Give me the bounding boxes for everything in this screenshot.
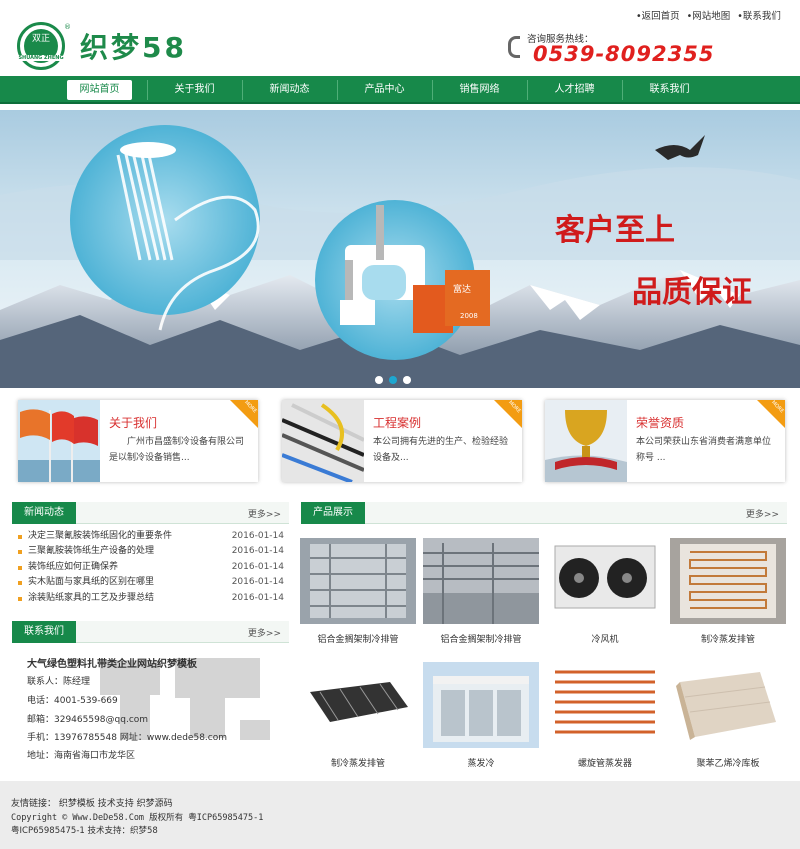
product-image-shelf-2[interactable] — [423, 538, 539, 624]
news-item-date: 2016-01-14 — [231, 577, 284, 587]
news-item-date: 2016-01-14 — [231, 593, 284, 603]
slider-dot[interactable] — [403, 376, 411, 384]
product-image-panel[interactable] — [670, 662, 786, 748]
contact-phone: 电话：4001-539-669 — [27, 696, 118, 706]
feature-honors[interactable]: 荣誉资质 本公司荣获山东省消费者满意单位称号 ... MORE — [545, 400, 785, 482]
product-image-tower[interactable] — [423, 662, 539, 748]
site-brand[interactable]: 织梦58 — [80, 26, 187, 66]
link-contact[interactable]: •联系我们 — [737, 11, 781, 22]
registered-mark: ® — [64, 23, 71, 31]
product-label[interactable]: 制冷蒸发排管 — [300, 756, 416, 769]
nav-item-home[interactable]: 网站首页 — [67, 80, 132, 100]
product-label[interactable]: 聚苯乙烯冷库板 — [670, 756, 786, 769]
link-sitemap[interactable]: •网站地图 — [687, 11, 731, 22]
phone-icon — [508, 36, 520, 58]
news-title[interactable]: 新闻动态 — [12, 502, 76, 524]
nav-item-jobs[interactable]: 人才招聘 — [533, 80, 616, 100]
product-label[interactable]: 冷风机 — [547, 632, 663, 645]
flags-image — [18, 400, 100, 482]
slider-dots — [375, 376, 417, 387]
list-item[interactable]: 涂装贴纸家具的工艺及步骤总结 2016-01-14 — [18, 591, 286, 606]
nav-item-sales[interactable]: 销售网络 — [438, 80, 521, 100]
product-image-spiral[interactable] — [547, 662, 663, 748]
list-item[interactable]: 三聚氰胺装饰纸生产设备的处理 2016-01-14 — [18, 544, 286, 559]
list-item[interactable]: 装饰纸应如何正确保养 2016-01-14 — [18, 560, 286, 575]
trophy-image — [545, 400, 627, 482]
feature-title: 荣誉资质 — [636, 416, 685, 430]
product-label[interactable]: 螺旋管蒸发器 — [547, 756, 663, 769]
footer-icp: 粤ICP65985475-1 技术支持：织梦58 — [11, 826, 158, 836]
main-nav: 网站首页 关于我们 新闻动态 产品中心 销售网络 人才招聘 联系我们 — [0, 76, 800, 104]
feature-text: 本公司荣获山东省消费者满意单位称号 ... — [636, 437, 772, 463]
nav-item-news[interactable]: 新闻动态 — [248, 80, 331, 100]
slider-dot-active[interactable] — [389, 376, 397, 384]
news-header: 新闻动态 更多>> — [12, 502, 289, 524]
news-item-title[interactable]: 决定三聚氰胺装饰纸固化的重要条件 — [28, 529, 172, 544]
contact-header: 联系我们 更多>> — [12, 621, 289, 643]
nav-item-about[interactable]: 关于我们 — [153, 80, 236, 100]
box-label: 富达 — [453, 283, 471, 295]
logo-badge[interactable]: 双正 SHUANG ZHENG — [17, 22, 65, 70]
product-image-fan[interactable] — [547, 538, 663, 624]
banner-slogan-1: 客户至上 — [555, 213, 675, 248]
logo-subtext: SHUANG ZHENG — [17, 55, 65, 61]
contact-more-link[interactable]: 更多>> — [248, 626, 281, 639]
banner-slogan-2: 品质保证 — [632, 275, 752, 310]
news-item-title[interactable]: 涂装贴纸家具的工艺及步骤总结 — [28, 591, 154, 606]
product-image-coil-1[interactable] — [670, 538, 786, 624]
nav-item-products[interactable]: 产品中心 — [343, 80, 426, 100]
banner-image: 富达 2008 客户至上 品质保证 — [0, 110, 800, 388]
news-item-date: 2016-01-14 — [231, 531, 284, 541]
news-item-title[interactable]: 装饰纸应如何正确保养 — [28, 560, 118, 575]
feature-text: 本公司拥有先进的生产、检验经验设备及... — [373, 437, 509, 463]
top-links: •返回首页 •网站地图 •联系我们 — [636, 8, 785, 22]
news-item-title[interactable]: 实木贴面与家具纸的区别在哪里 — [28, 575, 154, 590]
hotline-number: 0539-8092355 — [533, 42, 715, 66]
feature-text: 广州市昌盛制冷设备有限公司是以制冷设备销售... — [109, 437, 245, 463]
contact-address: 地址：海南省海口市龙华区 — [27, 751, 136, 761]
news-item-title[interactable]: 三聚氰胺装饰纸生产设备的处理 — [28, 544, 154, 559]
products-title[interactable]: 产品展示 — [301, 502, 365, 524]
contact-company: 大气绿色塑料扎带类企业网站织梦模板 — [27, 659, 197, 670]
list-item[interactable]: 决定三聚氰胺装饰纸固化的重要条件 2016-01-14 — [18, 529, 286, 544]
news-more-link[interactable]: 更多>> — [248, 507, 281, 520]
product-label[interactable]: 铝合金搁架制冷排管 — [423, 632, 539, 645]
link-home[interactable]: •返回首页 — [636, 11, 680, 22]
product-image-coil-2[interactable] — [300, 662, 416, 748]
list-item[interactable]: 实木贴面与家具纸的区别在哪里 2016-01-14 — [18, 575, 286, 590]
feature-cases[interactable]: 工程案例 本公司拥有先进的生产、检验经验设备及... MORE — [282, 400, 522, 482]
contact-mobile: 手机：13976785548 网址：www.dede58.com — [27, 733, 227, 743]
contact-email: 邮箱：329465598@qq.com — [27, 715, 149, 725]
nav-item-contact[interactable]: 联系我们 — [628, 80, 711, 100]
products-more-link[interactable]: 更多>> — [746, 507, 779, 520]
hero-banner[interactable]: 富达 2008 客户至上 品质保证 — [0, 110, 800, 388]
feature-about[interactable]: 关于我们 广州市昌盛制冷设备有限公司是以制冷设备销售... MORE — [18, 400, 258, 482]
footer-links[interactable]: 友情链接： 织梦模板 技术支持 织梦源码 — [11, 796, 173, 809]
news-item-date: 2016-01-14 — [231, 546, 284, 556]
feature-title: 工程案例 — [373, 416, 422, 430]
product-label[interactable]: 蒸发冷 — [423, 756, 539, 769]
product-image-shelf-1[interactable] — [300, 538, 416, 624]
logo-text: 双正 — [31, 34, 50, 44]
contact-title[interactable]: 联系我们 — [12, 621, 76, 643]
product-label[interactable]: 铝合金搁架制冷排管 — [300, 632, 416, 645]
news-item-date: 2016-01-14 — [231, 562, 284, 572]
product-label[interactable]: 制冷蒸发排管 — [670, 632, 786, 645]
footer-copyright: Copyright © Www.DeDe58.Com 版权所有 粤ICP6598… — [11, 813, 264, 823]
feature-title: 关于我们 — [109, 416, 158, 430]
products-header: 产品展示 更多>> — [301, 502, 787, 524]
box-sub: 2008 — [460, 312, 478, 320]
slider-dot[interactable] — [375, 376, 383, 384]
footer: 友情链接： 织梦模板 技术支持 织梦源码 Copyright © Www.DeD… — [0, 781, 800, 849]
contact-person: 联系人：陈经理 — [27, 677, 91, 687]
cable-ties-image — [282, 400, 364, 482]
